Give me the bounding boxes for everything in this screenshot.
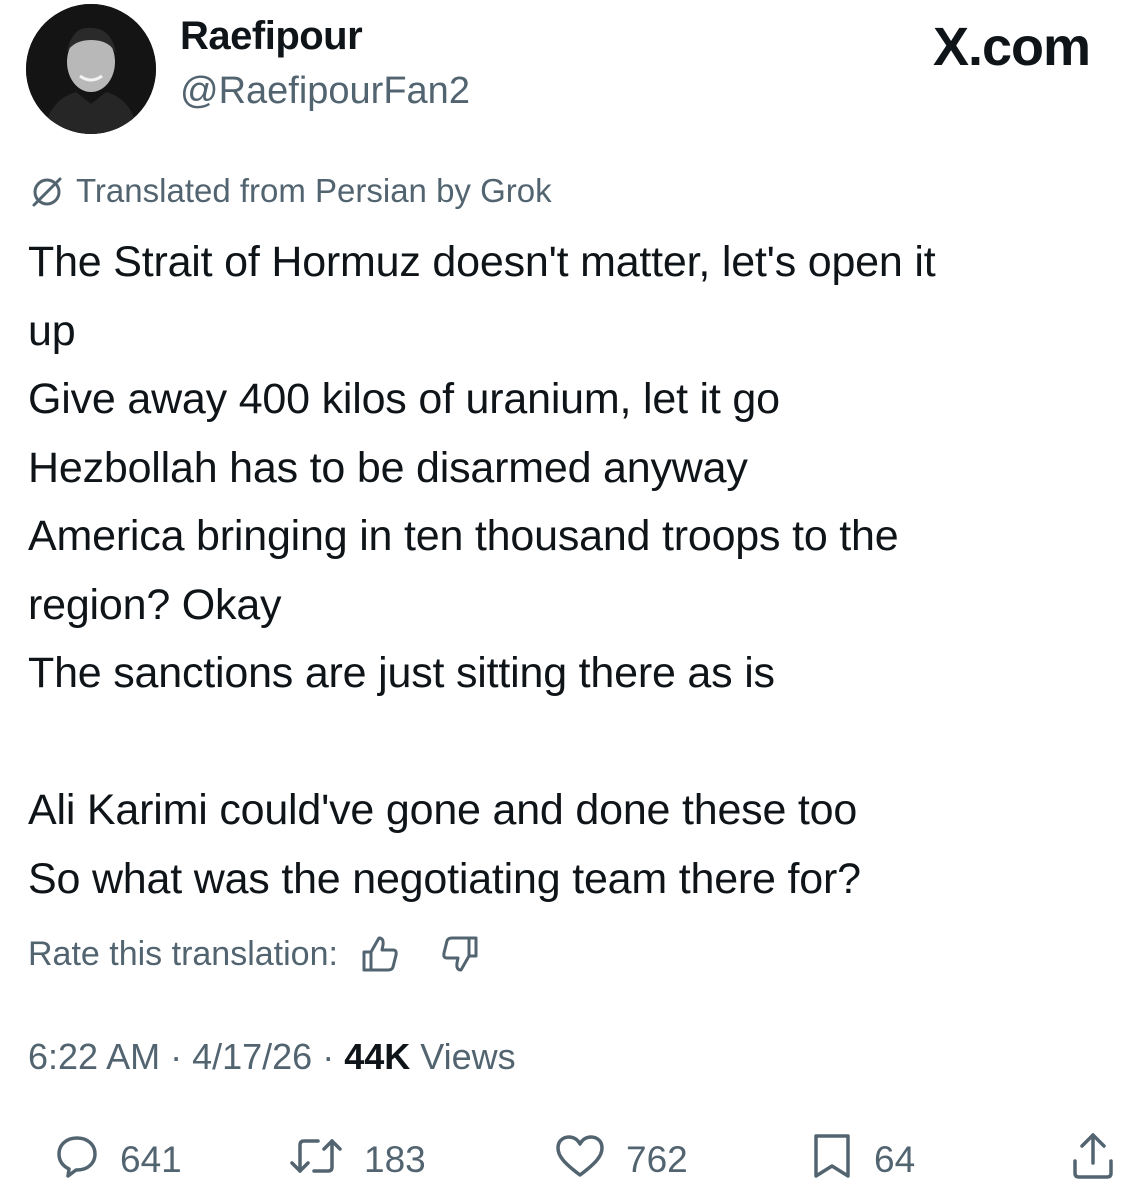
repost-arrows-icon [288,1133,344,1188]
reply-bubble-icon [54,1133,100,1188]
tweet-line: up [28,306,76,355]
tweet-line: America bringing in ten thousand troops … [28,512,899,560]
like-count: 762 [626,1139,688,1180]
tweet-line: Give away 400 kilos of uranium, let it g… [28,375,780,423]
tweet-date[interactable]: 4/17/26 [192,1036,312,1078]
tweet-paragraph-break [28,708,1128,777]
avatar[interactable] [26,4,156,134]
meta-separator: · [170,1036,183,1077]
avatar-photo [26,4,156,134]
heart-icon [554,1133,606,1188]
views-label: Views [420,1036,516,1077]
like-button[interactable]: 762 [554,1128,688,1192]
share-upload-icon [1070,1131,1116,1190]
bookmark-button[interactable]: 64 [810,1128,915,1192]
translation-notice-label: Translated from Persian by Grok [76,172,552,209]
display-name[interactable]: Raefipour [180,14,363,59]
thumbs-down-icon[interactable] [438,932,482,976]
thumbs-up-icon[interactable] [358,932,402,976]
bookmark-icon [810,1132,854,1189]
repost-count: 183 [364,1139,426,1180]
tweet-line: The sanctions are just sitting there as … [28,649,775,697]
share-button[interactable] [1070,1128,1116,1192]
slashed-circle-icon [28,172,66,210]
user-handle[interactable]: @RaefipourFan2 [180,70,470,113]
repost-button[interactable]: 183 [288,1128,426,1192]
action-bar: 641 183 762 64 [0,1128,1148,1192]
tweet-line: So what was the negotiating team there f… [28,854,861,903]
tweet-line: Ali Karimi could've gone and done these … [28,786,858,834]
tweet-meta: 6:22 AM · 4/17/26 · 44K Views [28,1036,516,1078]
views-count[interactable]: 44K [344,1036,410,1078]
bookmark-count: 64 [874,1139,916,1180]
reply-count: 641 [120,1139,182,1180]
translation-notice[interactable]: Translated from Persian by Grok [28,172,552,210]
rate-translation-label: Rate this translation: [28,934,338,973]
tweet-line: Hezbollah has to be disarmed anyway [28,443,748,492]
tweet-text: The Strait of Hormuz doesn't matter, let… [28,228,1128,913]
meta-separator: · [322,1036,335,1077]
reply-button[interactable]: 641 [54,1128,182,1192]
tweet-line: The Strait of Hormuz doesn't matter, let… [28,238,936,286]
tweet-line: region? Okay [28,580,282,629]
site-logo: X.com [932,17,1091,77]
tweet-time[interactable]: 6:22 AM [28,1036,160,1078]
rate-translation-row: Rate this translation: [28,932,482,976]
